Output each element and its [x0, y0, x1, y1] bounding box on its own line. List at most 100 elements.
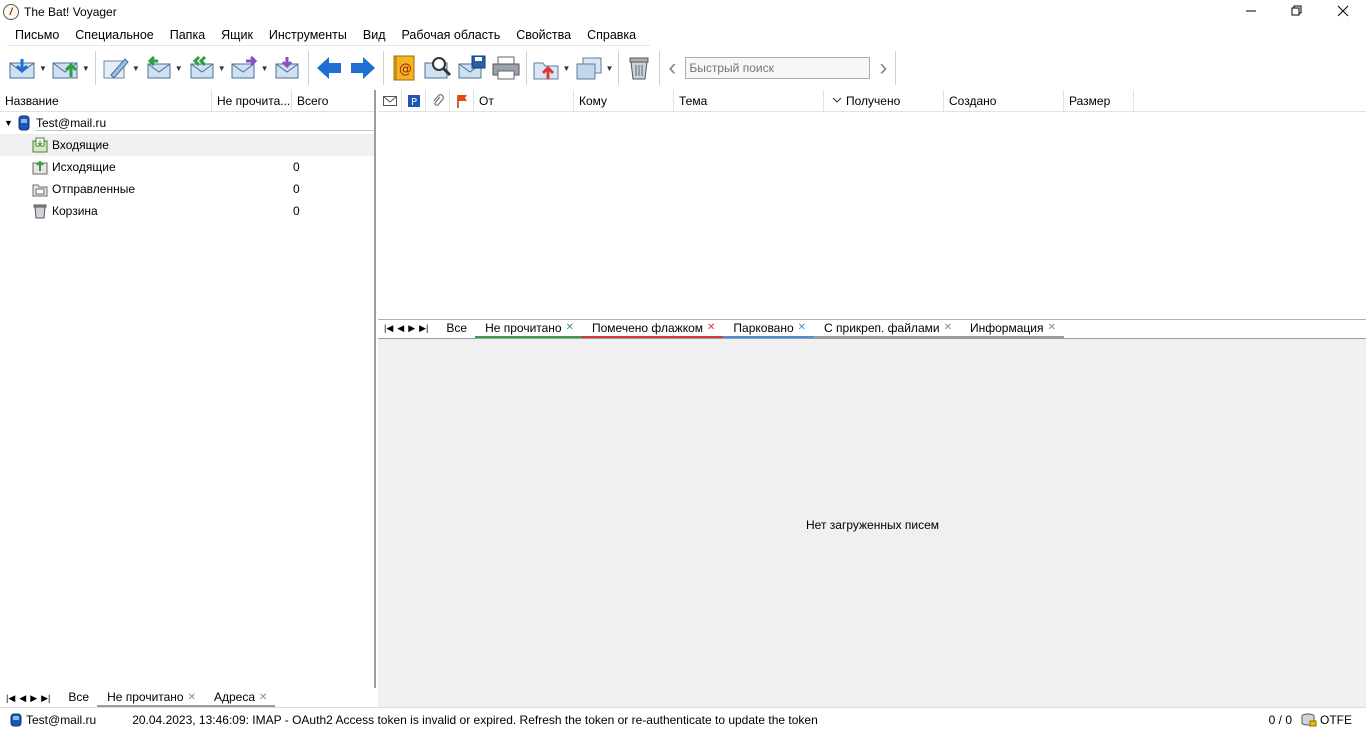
message-tab-unread[interactable]: Не прочитано ✕ — [475, 320, 582, 338]
prev-tab-icon[interactable]: ◀ — [397, 323, 404, 334]
outbox-icon — [32, 160, 48, 175]
close-icon[interactable]: ✕ — [1047, 322, 1055, 333]
toolbar-separator — [94, 51, 96, 85]
save-message-button[interactable] — [455, 50, 489, 86]
column-subject[interactable]: Тема — [674, 89, 824, 112]
find-button[interactable] — [421, 50, 455, 86]
folder-tab-unread[interactable]: Не прочитано ✕ — [97, 689, 204, 707]
column-priority[interactable]: P — [402, 89, 426, 112]
reply-icon — [147, 55, 171, 79]
menu-workspace[interactable]: Рабочая область — [394, 28, 509, 42]
next-message-button[interactable] — [346, 50, 380, 86]
message-tab-attachments[interactable]: С прикреп. файлами ✕ — [814, 320, 960, 338]
column-created[interactable]: Создано — [944, 89, 1064, 112]
chevron-down-icon[interactable]: ▼ — [132, 64, 140, 73]
svg-text:P: P — [411, 97, 417, 107]
column-name[interactable]: Название — [0, 90, 212, 111]
reply-all-button[interactable]: ▼ — [185, 50, 228, 86]
search-back-icon[interactable]: ‹ — [663, 54, 681, 82]
column-size[interactable]: Размер — [1064, 89, 1134, 112]
empty-message-text: Нет загруженных писем — [806, 518, 940, 532]
folder-tab-addresses[interactable]: Адреса ✕ — [204, 689, 276, 707]
delete-button[interactable] — [622, 50, 656, 86]
search-forward-icon[interactable]: › — [874, 54, 892, 82]
toolbar-separator — [659, 51, 661, 85]
sent-icon — [32, 184, 48, 197]
folder-name: Входящие — [52, 138, 109, 152]
message-tab-info[interactable]: Информация ✕ — [959, 320, 1064, 338]
column-received[interactable]: Получено — [824, 89, 944, 112]
last-tab-icon[interactable]: ▶| — [419, 323, 428, 334]
chevron-down-icon[interactable]: ▼ — [605, 64, 613, 73]
column-unread[interactable]: Не прочита... — [212, 90, 292, 111]
column-from[interactable]: От — [474, 89, 574, 112]
toolbar-separator — [895, 51, 897, 85]
chevron-down-icon[interactable]: ▼ — [82, 64, 90, 73]
message-tab-parked[interactable]: Парковано ✕ — [723, 320, 815, 338]
column-read-status[interactable] — [378, 89, 402, 112]
close-icon[interactable]: ✕ — [707, 322, 715, 333]
prev-message-button[interactable] — [312, 50, 346, 86]
new-message-button[interactable]: ▼ — [99, 50, 142, 86]
close-icon[interactable]: ✕ — [188, 692, 196, 703]
folder-item-inbox[interactable]: Входящие — [0, 134, 374, 156]
status-encryption[interactable]: OTFE — [1301, 713, 1352, 727]
send-mail-button[interactable]: ▼ — [49, 50, 92, 86]
folder-item-sent[interactable]: Отправленные 0 — [0, 178, 374, 200]
folder-item-outbox[interactable]: Исходящие 0 — [0, 156, 374, 178]
close-icon[interactable]: ✕ — [259, 692, 267, 703]
column-flag[interactable] — [450, 89, 474, 112]
address-book-button[interactable]: @ — [387, 50, 421, 86]
menu-special[interactable]: Специальное — [67, 28, 161, 42]
folder-tab-all[interactable]: Все — [58, 689, 97, 707]
menu-help[interactable]: Справка — [579, 28, 644, 42]
first-tab-icon[interactable]: |◀ — [6, 693, 15, 704]
account-row[interactable]: ▼ Test@mail.ru — [0, 112, 375, 134]
copy-to-folder-button[interactable]: ▼ — [572, 50, 615, 86]
get-mail-button[interactable]: ▼ — [6, 50, 49, 86]
reply-button[interactable]: ▼ — [142, 50, 185, 86]
column-attachment[interactable] — [426, 89, 450, 112]
last-tab-icon[interactable]: ▶| — [41, 693, 50, 704]
first-tab-icon[interactable]: |◀ — [384, 323, 393, 334]
menu-view[interactable]: Вид — [355, 28, 394, 42]
menu-properties[interactable]: Свойства — [508, 28, 579, 42]
close-icon[interactable]: ✕ — [798, 322, 806, 333]
menu-letter[interactable]: Письмо — [7, 28, 67, 42]
status-encoding: OTFE — [1320, 712, 1352, 727]
chevron-down-icon[interactable]: ▼ — [39, 64, 47, 73]
close-icon[interactable]: ✕ — [566, 322, 574, 333]
message-tab-flagged[interactable]: Помечено флажком ✕ — [582, 320, 724, 338]
status-account-name: Test@mail.ru — [26, 712, 97, 727]
prev-message-icon — [316, 57, 341, 79]
minimize-icon[interactable] — [1228, 0, 1274, 22]
folder-name: Корзина — [52, 204, 98, 218]
next-tab-icon[interactable]: ▶ — [30, 693, 37, 704]
menu-bar: Письмо Специальное Папка Ящик Инструмент… — [7, 24, 651, 46]
menu-tools[interactable]: Инструменты — [261, 28, 355, 42]
message-tab-all[interactable]: Все — [436, 320, 475, 338]
chevron-down-icon[interactable]: ▼ — [563, 64, 571, 73]
account-name: Test@mail.ru — [36, 116, 375, 131]
chevron-down-icon[interactable]: ▼ — [4, 118, 13, 128]
column-to[interactable]: Кому — [574, 89, 674, 112]
redirect-button[interactable] — [271, 50, 305, 86]
restore-icon[interactable] — [1274, 0, 1320, 22]
quick-search-input[interactable] — [685, 57, 871, 79]
chevron-down-icon[interactable]: ▼ — [261, 64, 269, 73]
column-total[interactable]: Всего — [292, 90, 374, 111]
menu-folder[interactable]: Папка — [162, 28, 213, 42]
forward-button[interactable]: ▼ — [228, 50, 271, 86]
folder-item-trash[interactable]: Корзина 0 — [0, 200, 374, 222]
chevron-down-icon[interactable]: ▼ — [218, 64, 226, 73]
status-account[interactable]: Test@mail.ru — [10, 713, 96, 727]
chevron-down-icon[interactable]: ▼ — [175, 64, 183, 73]
tab-label: Все — [446, 320, 468, 335]
next-tab-icon[interactable]: ▶ — [408, 323, 415, 334]
menu-mailbox[interactable]: Ящик — [213, 28, 261, 42]
close-icon[interactable]: ✕ — [944, 322, 952, 333]
print-button[interactable] — [489, 50, 523, 86]
close-icon[interactable] — [1320, 0, 1366, 22]
prev-tab-icon[interactable]: ◀ — [19, 693, 26, 704]
move-to-folder-button[interactable]: ▼ — [530, 50, 573, 86]
